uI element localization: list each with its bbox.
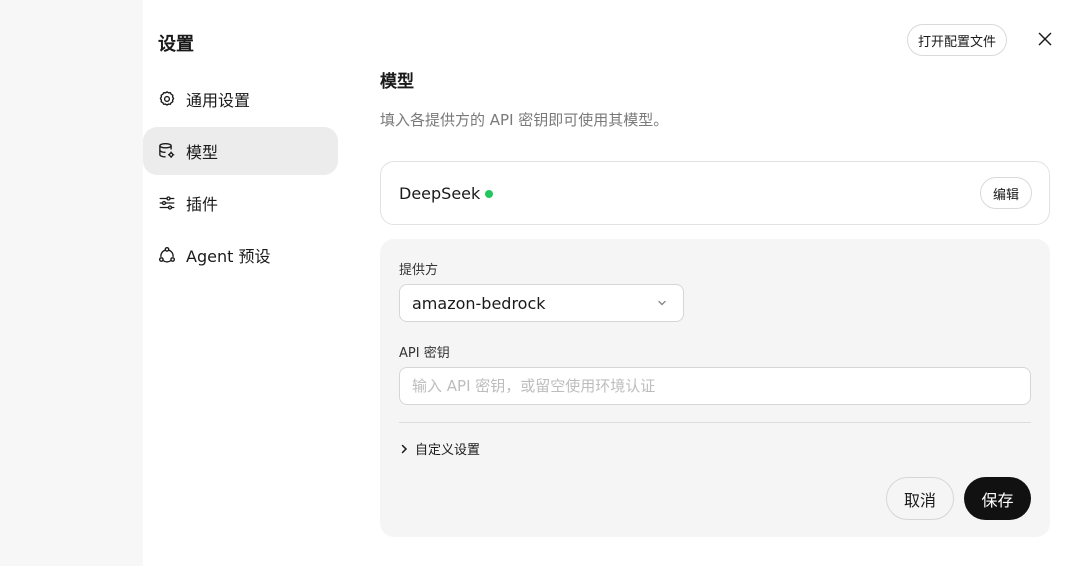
provider-name: DeepSeek — [399, 184, 481, 203]
status-indicator — [485, 190, 493, 198]
settings-sidebar: 设置 通用设置 模型 插件 Agent 预设 — [143, 0, 348, 566]
sliders-icon — [157, 193, 177, 213]
edit-button[interactable]: 编辑 — [979, 177, 1032, 209]
sidebar-item-label: 模型 — [186, 143, 219, 162]
api-key-input[interactable] — [399, 367, 1031, 405]
open-config-file-button[interactable]: 打开配置文件 — [907, 24, 1008, 56]
provider-form: 提供方 amazon-bedrock API 密钥 自定义设置 取消 保存 — [380, 239, 1050, 537]
close-icon — [1038, 32, 1052, 46]
cancel-button[interactable]: 取消 — [886, 477, 954, 520]
sidebar-item-models[interactable]: 模型 — [143, 127, 338, 175]
agent-nodes-icon — [157, 245, 177, 265]
sidebar-item-label: 插件 — [186, 195, 219, 214]
chevron-down-icon — [658, 300, 666, 306]
custom-settings-label: 自定义设置 — [415, 443, 481, 458]
provider-label: 提供方 — [399, 263, 439, 278]
provider-select[interactable]: amazon-bedrock — [399, 284, 684, 322]
sidebar-item-general[interactable]: 通用设置 — [143, 75, 338, 123]
page-title: 模型 — [380, 72, 414, 92]
chevron-right-icon — [401, 444, 408, 453]
provider-card: DeepSeek 编辑 — [380, 161, 1050, 225]
provider-select-value: amazon-bedrock — [412, 293, 546, 313]
sidebar-title: 设置 — [158, 34, 194, 55]
divider — [399, 422, 1031, 423]
custom-settings-toggle[interactable]: 自定义设置 — [399, 439, 480, 458]
save-button[interactable]: 保存 — [964, 477, 1031, 520]
close-button[interactable] — [1034, 28, 1056, 50]
sidebar-item-label: Agent 预设 — [186, 247, 271, 266]
api-key-label: API 密钥 — [399, 346, 450, 361]
sidebar-item-agent-presets[interactable]: Agent 预设 — [143, 231, 338, 279]
sidebar-item-label: 通用设置 — [186, 91, 251, 110]
page-description: 填入各提供方的 API 密钥即可使用其模型。 — [380, 111, 669, 129]
left-gutter — [0, 0, 143, 566]
gear-icon — [157, 89, 177, 109]
database-gear-icon — [157, 141, 177, 161]
sidebar-item-plugins[interactable]: 插件 — [143, 179, 338, 227]
